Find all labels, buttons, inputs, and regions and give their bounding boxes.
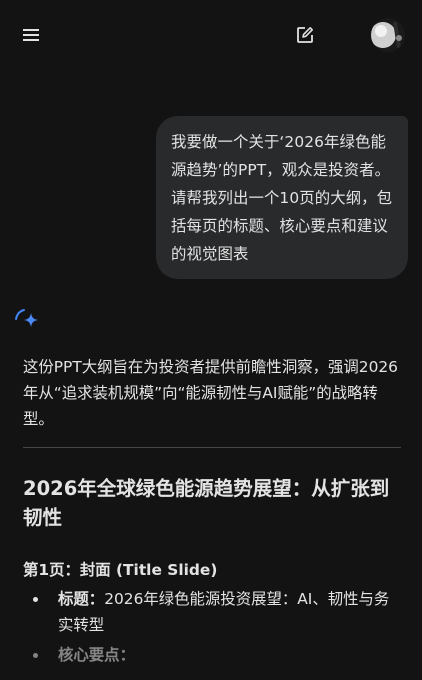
bullet-dot [33, 653, 38, 658]
top-bar [0, 0, 422, 70]
gemini-spark-icon [14, 305, 40, 331]
response-intro: 这份PPT大纲旨在为投资者提供前瞻性洞察，强调2026年从“追求装机规模”向“能… [23, 358, 398, 428]
list-item: 标题：2026年绿色能源投资展望：AI、韧性与务实转型 [23, 586, 401, 638]
bullet-text: 2026年绿色能源投资展望：AI、韧性与务实转型 [58, 590, 390, 634]
new-chat-button[interactable] [292, 22, 318, 48]
hamburger-menu-icon [23, 29, 39, 41]
edit-pencil-icon [297, 27, 313, 43]
menu-button[interactable] [18, 22, 44, 48]
user-message-bubble: 我要做一个关于‘2026年绿色能源趋势’的PPT，观众是投资者。请帮我列出一个1… [156, 116, 408, 279]
slide-1-heading: 第1页：封面 (Title Slide) [23, 561, 218, 579]
divider [23, 447, 401, 448]
slide-1-bullets: 标题：2026年绿色能源投资展望：AI、韧性与务实转型 核心要点： [23, 586, 401, 668]
avatar-image [371, 18, 405, 52]
bullet-label: 核心要点： [58, 646, 135, 664]
bullet-dot [33, 597, 38, 602]
list-item: 核心要点： [23, 642, 401, 668]
outline-title: 2026年全球绿色能源趋势展望：从扩张到韧性 [23, 477, 390, 529]
user-message-text: 我要做一个关于‘2026年绿色能源趋势’的PPT，观众是投资者。请帮我列出一个1… [171, 133, 393, 263]
assistant-response: 这份PPT大纲旨在为投资者提供前瞻性洞察，强调2026年从“追求装机规模”向“能… [23, 354, 401, 668]
bullet-label: 标题： [58, 590, 105, 608]
user-avatar[interactable] [371, 18, 405, 52]
